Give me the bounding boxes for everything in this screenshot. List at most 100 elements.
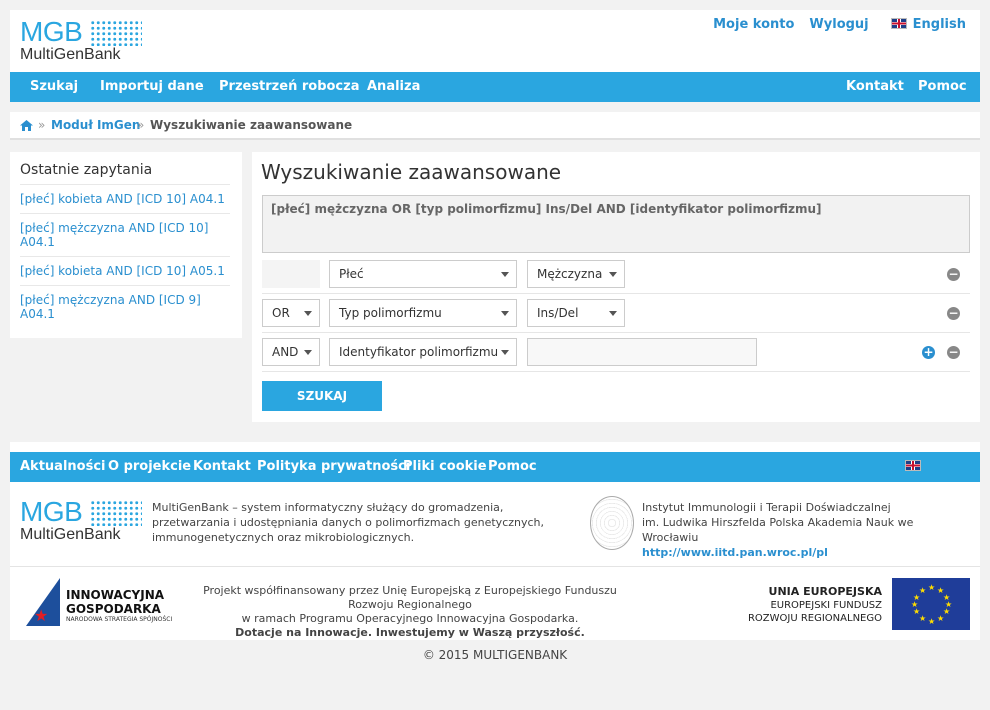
site-header: MGB MultiGenBank Moje konto Wyloguj Engl…: [10, 10, 980, 72]
footer-description: MultiGenBank – system informatyczny służ…: [152, 501, 545, 544]
caret-down-icon: [609, 311, 617, 316]
recent-query-item[interactable]: [płeć] kobieta AND [ICD 10] A05.1: [20, 256, 230, 278]
add-row-icon[interactable]: +: [922, 346, 935, 359]
project-funding-text: Projekt współfinansowany przez Unię Euro…: [190, 584, 630, 640]
project-line: w ramach Programu Operacyjnego Innowacyj…: [241, 612, 579, 625]
caret-down-icon: [501, 272, 509, 277]
footer-help[interactable]: Pomoc: [488, 452, 537, 482]
operator-select-value: OR: [272, 306, 290, 320]
my-account-link[interactable]: Moje konto: [713, 17, 794, 32]
query-preview[interactable]: [płeć] mężczyzna OR [typ polimorfizmu] I…: [262, 195, 970, 253]
page-title: Wyszukiwanie zaawansowane: [261, 160, 562, 184]
footer-mgb-logo: MGB MultiGenBank: [20, 498, 142, 546]
operator-select[interactable]: AND: [262, 338, 320, 366]
uk-flag-icon: [905, 460, 921, 471]
nav-contact[interactable]: Kontakt: [846, 72, 904, 102]
footer-divider: [10, 566, 980, 567]
uk-flag-icon: [890, 18, 907, 29]
institute-subname: im. Ludwika Hirszfelda Polska Akademia N…: [642, 516, 914, 544]
logout-link[interactable]: Wyloguj: [809, 17, 868, 32]
site-footer: Aktualności O projekcie Kontakt Polityka…: [10, 442, 980, 640]
recent-query-item[interactable]: [płeć] kobieta AND [ICD 10] A04.1: [20, 184, 230, 206]
eu-line: EUROPEJSKI FUNDUSZ: [770, 600, 882, 611]
operator-select[interactable]: OR: [262, 299, 320, 327]
main-nav: Szukaj Importuj dane Przestrzeń robocza …: [10, 72, 980, 102]
breadcrumb-sep: »: [38, 118, 46, 132]
star-icon: ★: [34, 606, 49, 625]
footer-about[interactable]: O projekcie: [108, 452, 191, 482]
footer-nav: Aktualności O projekcie Kontakt Polityka…: [10, 452, 980, 504]
nav-search[interactable]: Szukaj: [30, 72, 78, 102]
language-link[interactable]: English: [890, 17, 966, 32]
ig-title: INNOWACYJNA GOSPODARKA: [66, 588, 164, 616]
remove-row-icon[interactable]: −: [947, 268, 960, 281]
breadcrumb: » Moduł ImGen » Wyszukiwanie zaawansowan…: [10, 112, 980, 140]
footer-contact[interactable]: Kontakt: [193, 452, 251, 482]
operator-select-value: AND: [272, 345, 299, 359]
institute-seal-icon: [590, 496, 634, 550]
recent-queries-panel: Ostatnie zapytania [płeć] kobieta AND [I…: [10, 152, 242, 338]
caret-down-icon: [304, 350, 312, 355]
footer-logo-short: MGB: [20, 496, 83, 527]
value-select-value: Ins/Del: [537, 306, 579, 320]
innowacyjna-gospodarka-logo: ★ INNOWACYJNA GOSPODARKA NARODOWA STRATE…: [26, 578, 196, 630]
logo-short: MGB: [20, 16, 83, 47]
condition-row: AND Identyfikator polimorfizmu + −: [262, 333, 970, 372]
field-select[interactable]: Typ polimorfizmu: [329, 299, 517, 327]
caret-down-icon: [609, 272, 617, 277]
eu-fund-text: UNIA EUROPEJSKA EUROPEJSKI FUNDUSZ ROZWO…: [748, 585, 882, 625]
institute-name: Instytut Immunologii i Terapii Doświadcz…: [642, 501, 891, 514]
field-select-value: Identyfikator polimorfizmu: [339, 345, 499, 359]
eu-title: UNIA EUROPEJSKA: [768, 585, 882, 598]
caret-down-icon: [304, 311, 312, 316]
advanced-search-panel: Wyszukiwanie zaawansowane [płeć] mężczyz…: [252, 152, 980, 422]
logo-dots-icon: [90, 500, 142, 526]
institute-info: Instytut Immunologii i Terapii Doświadcz…: [642, 500, 972, 560]
caret-down-icon: [501, 311, 509, 316]
ig-title-line: INNOWACYJNA: [66, 588, 165, 602]
footer-privacy[interactable]: Polityka prywatności: [257, 452, 410, 482]
home-icon[interactable]: [20, 120, 33, 131]
copyright: © 2015 MULTIGENBANK: [422, 648, 568, 662]
nav-import[interactable]: Importuj dane: [100, 72, 204, 102]
field-select-value: Typ polimorfizmu: [339, 306, 442, 320]
footer-logo-full: MultiGenBank: [20, 526, 121, 543]
logo-dots-icon: [90, 20, 142, 46]
value-select[interactable]: Ins/Del: [527, 299, 625, 327]
nav-analysis[interactable]: Analiza: [367, 72, 420, 102]
field-select[interactable]: Identyfikator polimorfizmu: [329, 338, 517, 366]
eu-line: ROZWOJU REGIONALNEGO: [747, 613, 882, 624]
search-button[interactable]: SZUKAJ: [262, 381, 382, 411]
breadcrumb-module[interactable]: Moduł ImGen: [51, 118, 140, 132]
recent-queries-title: Ostatnie zapytania: [20, 162, 153, 178]
condition-row: Płeć Mężczyzna −: [262, 255, 970, 294]
top-links: Moje konto Wyloguj English: [698, 17, 966, 32]
remove-row-icon[interactable]: −: [947, 346, 960, 359]
institute-link[interactable]: http://www.iitd.pan.wroc.pl/pl: [642, 546, 828, 559]
field-select[interactable]: Płeć: [329, 260, 517, 288]
language-label: English: [912, 17, 966, 32]
breadcrumb-sep: »: [137, 118, 145, 132]
remove-row-icon[interactable]: −: [947, 307, 960, 320]
breadcrumb-current: Wyszukiwanie zaawansowane: [150, 118, 353, 132]
nav-workspace[interactable]: Przestrzeń robocza: [219, 72, 359, 102]
ig-title-line: GOSPODARKA: [66, 602, 161, 616]
nav-help[interactable]: Pomoc: [918, 72, 967, 102]
caret-down-icon: [501, 350, 509, 355]
ig-subtitle: NARODOWA STRATEGIA SPÓJNOŚCI: [66, 616, 173, 623]
footer-cookies[interactable]: Pliki cookie: [403, 452, 487, 482]
condition-row: OR Typ polimorfizmu Ins/Del −: [262, 294, 970, 333]
project-slogan: Dotacje na Innowacje. Inwestujemy w Wasz…: [235, 626, 585, 639]
field-select-value: Płeć: [339, 267, 364, 281]
value-select[interactable]: Mężczyzna: [527, 260, 625, 288]
logo-full: MultiGenBank: [20, 46, 121, 63]
recent-query-item[interactable]: [płeć] mężczyzna AND [ICD 9] A04.1: [20, 285, 230, 321]
recent-query-item[interactable]: [płeć] mężczyzna AND [ICD 10] A04.1: [20, 213, 230, 249]
value-input[interactable]: [527, 338, 757, 366]
operator-placeholder: [262, 260, 320, 288]
project-line: Projekt współfinansowany przez Unię Euro…: [203, 584, 617, 611]
eu-flag-icon: ★ ★ ★ ★ ★ ★ ★ ★ ★ ★ ★ ★: [892, 578, 970, 630]
mgb-logo[interactable]: MGB MultiGenBank: [20, 18, 142, 66]
value-select-value: Mężczyzna: [537, 267, 603, 281]
footer-news[interactable]: Aktualności: [20, 452, 106, 482]
